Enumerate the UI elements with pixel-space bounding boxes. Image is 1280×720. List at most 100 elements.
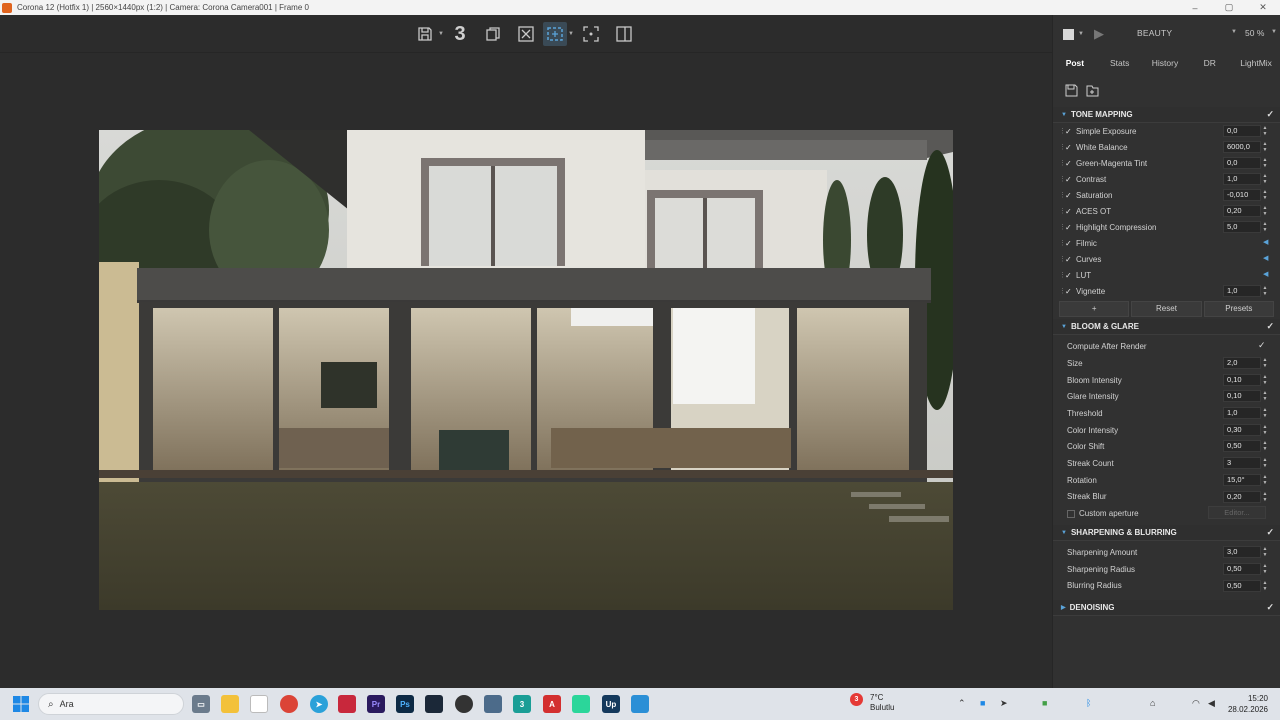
- premiere-icon[interactable]: Pr: [367, 695, 385, 713]
- telegram-icon[interactable]: ➤: [310, 695, 328, 713]
- spinner-icon[interactable]: ▲ ▼: [1261, 440, 1269, 452]
- spinner-icon[interactable]: ▲ ▼: [1261, 546, 1269, 558]
- section-enable-check-icon[interactable]: ✓: [1266, 527, 1274, 538]
- spinner-icon[interactable]: ▲ ▼: [1261, 390, 1269, 402]
- enable-checkbox[interactable]: ✓: [1065, 255, 1073, 264]
- tray-app-icon[interactable]: ■: [980, 698, 985, 708]
- expand-arrow-icon[interactable]: ◀: [1263, 254, 1268, 262]
- section-enable-check-icon[interactable]: ✓: [1266, 602, 1274, 613]
- enable-checkbox[interactable]: ✓: [1065, 159, 1073, 168]
- region-select-icon[interactable]: ▼: [543, 22, 574, 46]
- enable-checkbox[interactable]: ✓: [1065, 207, 1073, 216]
- compute-after-render-checkbox[interactable]: ✓: [1258, 340, 1266, 351]
- render-pass-select[interactable]: BEAUTY: [1137, 28, 1172, 38]
- close-button[interactable]: ✕: [1246, 2, 1280, 13]
- acrobat-icon[interactable]: A: [543, 695, 561, 713]
- aperture-editor-button[interactable]: Editor...: [1208, 506, 1266, 520]
- clear-icon[interactable]: [514, 22, 538, 46]
- render-image[interactable]: [99, 130, 953, 610]
- steam-icon[interactable]: [425, 695, 443, 713]
- spinner-icon[interactable]: ▲ ▼: [1261, 407, 1269, 419]
- photos-icon[interactable]: [631, 695, 649, 713]
- app-red-icon[interactable]: [338, 695, 356, 713]
- play-icon[interactable]: ▶: [1094, 26, 1104, 42]
- save-preset-icon[interactable]: [1065, 84, 1078, 97]
- save-icon[interactable]: ▼: [413, 22, 444, 46]
- enable-checkbox[interactable]: ✓: [1065, 287, 1073, 296]
- denoising-header[interactable]: ▶ DENOISING ✓: [1053, 600, 1280, 617]
- calculator-icon[interactable]: [484, 695, 502, 713]
- start-icon[interactable]: [12, 695, 30, 713]
- 3dsmax-icon[interactable]: 3: [513, 695, 531, 713]
- section-enable-check-icon[interactable]: ✓: [1266, 321, 1274, 332]
- tray-nvidia-icon[interactable]: ■: [1042, 698, 1047, 708]
- enable-checkbox[interactable]: ✓: [1065, 143, 1073, 152]
- setting-value-input[interactable]: -0,010: [1223, 189, 1261, 201]
- tab-post[interactable]: Post: [1053, 58, 1097, 68]
- spinner-icon[interactable]: ▲ ▼: [1261, 189, 1269, 201]
- maximize-button[interactable]: ▢: [1212, 2, 1246, 13]
- enable-checkbox[interactable]: ✓: [1065, 175, 1073, 184]
- spinner-icon[interactable]: ▲ ▼: [1261, 474, 1269, 486]
- fit-icon[interactable]: [579, 22, 603, 46]
- spinner-icon[interactable]: ▲ ▼: [1261, 424, 1269, 436]
- custom-aperture-checkbox[interactable]: [1067, 510, 1075, 519]
- spinner-icon[interactable]: ▲ ▼: [1261, 125, 1269, 137]
- wifi-icon[interactable]: ◠: [1192, 698, 1200, 709]
- spinner-icon[interactable]: ▲ ▼: [1261, 374, 1269, 386]
- upwork-icon[interactable]: Up: [602, 695, 620, 713]
- enable-checkbox[interactable]: ✓: [1065, 271, 1073, 280]
- spinner-icon[interactable]: ▲ ▼: [1261, 205, 1269, 217]
- number-3-icon[interactable]: 3: [448, 22, 472, 46]
- setting-value-input[interactable]: 1,0: [1223, 173, 1261, 185]
- chevron-down-icon[interactable]: ▼: [1231, 29, 1237, 35]
- setting-value-input[interactable]: 0,50: [1223, 579, 1261, 592]
- spinner-icon[interactable]: ▲ ▼: [1261, 563, 1269, 575]
- spinner-icon[interactable]: ▲ ▼: [1261, 357, 1269, 369]
- setting-value-input[interactable]: 3: [1223, 457, 1261, 470]
- chrome-icon[interactable]: [280, 695, 298, 713]
- reset-button[interactable]: Reset: [1131, 301, 1202, 317]
- tab-stats[interactable]: Stats: [1097, 58, 1143, 68]
- enable-checkbox[interactable]: ✓: [1065, 223, 1073, 232]
- taskview-icon[interactable]: ▭: [192, 695, 210, 713]
- setting-value-input[interactable]: 0,10: [1223, 373, 1261, 386]
- spinner-icon[interactable]: ▲ ▼: [1261, 580, 1269, 592]
- github-icon[interactable]: [455, 695, 473, 713]
- setting-value-input[interactable]: 0,50: [1223, 440, 1261, 453]
- photoshop-icon[interactable]: Ps: [396, 695, 414, 713]
- network-icon[interactable]: ⌂: [1150, 698, 1155, 708]
- setting-value-input[interactable]: 0,30: [1223, 423, 1261, 436]
- spinner-icon[interactable]: ▲ ▼: [1261, 221, 1269, 233]
- app-green-icon[interactable]: [572, 695, 590, 713]
- setting-value-input[interactable]: 1,0: [1223, 407, 1261, 420]
- tray-telegram-icon[interactable]: ➤: [1000, 698, 1008, 709]
- setting-value-input[interactable]: 0,0: [1223, 157, 1261, 169]
- copy-icon[interactable]: [481, 22, 505, 46]
- sharpening-blurring-header[interactable]: ▼ SHARPENING & BLURRING ✓: [1053, 525, 1280, 542]
- setting-value-input[interactable]: 5,0: [1223, 221, 1261, 233]
- setting-value-input[interactable]: 2,0: [1223, 357, 1261, 369]
- load-preset-icon[interactable]: [1086, 84, 1099, 97]
- enable-checkbox[interactable]: ✓: [1065, 191, 1073, 200]
- file-explorer-icon[interactable]: [221, 695, 239, 713]
- tab-lightmix[interactable]: LightMix: [1232, 58, 1280, 68]
- volume-icon[interactable]: ◀: [1208, 698, 1215, 709]
- setting-value-input[interactable]: 0,10: [1223, 390, 1261, 403]
- notepad-icon[interactable]: [250, 695, 268, 713]
- setting-value-input[interactable]: 15,0°: [1223, 473, 1261, 486]
- spinner-icon[interactable]: ▲ ▼: [1261, 173, 1269, 185]
- section-enable-check-icon[interactable]: ✓: [1266, 109, 1274, 120]
- tray-overflow-icon[interactable]: ⌃: [958, 698, 966, 709]
- add-operator-button[interactable]: +: [1059, 301, 1130, 317]
- system-clock[interactable]: 15:20 28.02.2026: [1220, 693, 1268, 715]
- chevron-down-icon[interactable]: ▼: [1078, 31, 1084, 37]
- presets-button[interactable]: Presets: [1203, 301, 1274, 317]
- enable-checkbox[interactable]: ✓: [1065, 127, 1073, 136]
- setting-value-input[interactable]: 0,0: [1223, 125, 1261, 137]
- spinner-icon[interactable]: ▲ ▼: [1261, 141, 1269, 153]
- setting-value-input[interactable]: 3,0: [1223, 546, 1261, 559]
- bluetooth-icon[interactable]: ᛒ: [1086, 698, 1091, 708]
- setting-value-input[interactable]: 0,20: [1223, 490, 1261, 503]
- expand-arrow-icon[interactable]: ◀: [1263, 270, 1268, 278]
